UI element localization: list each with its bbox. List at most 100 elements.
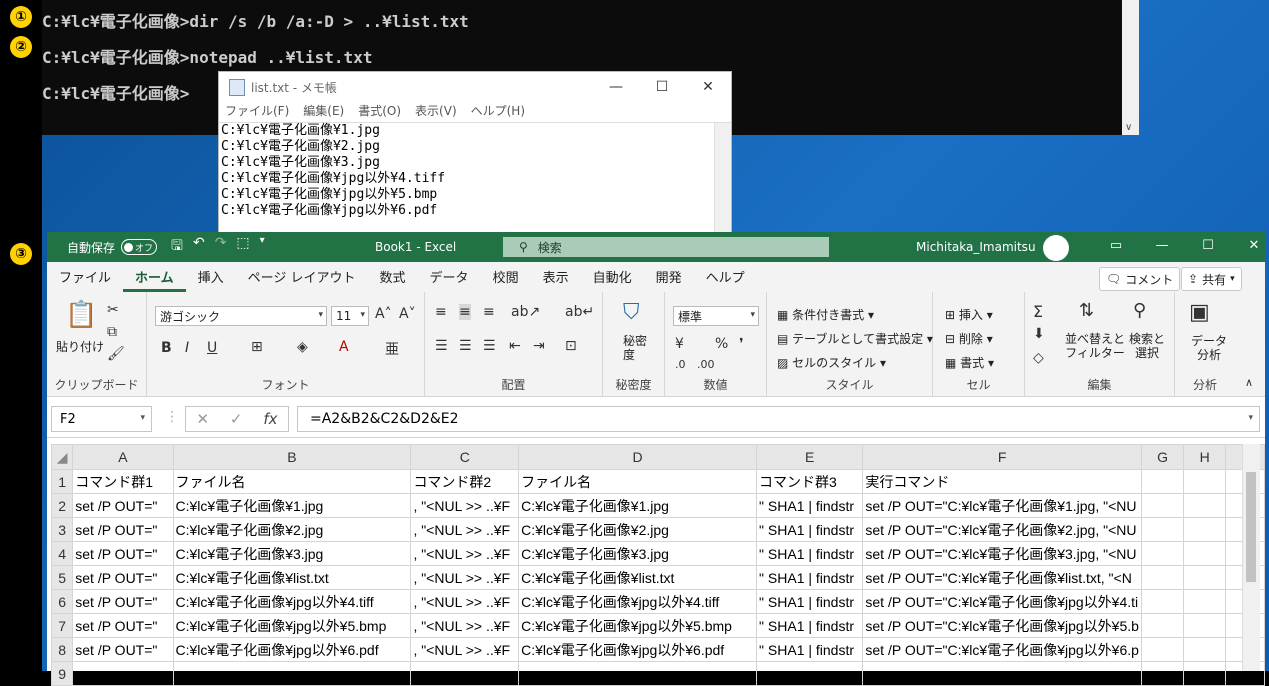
cell[interactable] bbox=[1140, 637, 1185, 662]
decrease-font-icon[interactable]: A˅ bbox=[399, 306, 416, 322]
cell[interactable]: set /P OUT=" bbox=[72, 517, 174, 542]
cell[interactable] bbox=[172, 661, 412, 686]
find-select-icon[interactable]: ⚲ bbox=[1133, 300, 1146, 321]
cell[interactable]: C:¥lc¥電子化画像¥3.jpg bbox=[172, 541, 412, 566]
notepad-text-area[interactable]: C:¥lc¥電子化画像¥1.jpg C:¥lc¥電子化画像¥2.jpg C:¥l… bbox=[219, 122, 731, 235]
search-box[interactable]: ⚲ 検索 bbox=[503, 237, 829, 257]
font-color-icon[interactable]: A bbox=[339, 339, 349, 355]
cell[interactable] bbox=[410, 661, 520, 686]
shapes-icon[interactable]: ⬚ bbox=[236, 235, 249, 259]
sensitivity-icon[interactable]: ⛉ bbox=[623, 300, 640, 325]
cell[interactable]: , "<NUL >> ..¥F bbox=[410, 589, 520, 614]
cell[interactable]: コマンド群2 bbox=[410, 469, 520, 494]
excel-titlebar[interactable]: 自動保存 オフ 🖫 ↶ ↷ ⬚ ▾ Book1 - Excel ⚲ 検索 Mic… bbox=[47, 232, 1265, 262]
cell[interactable]: set /P OUT="C:¥lc¥電子化画像¥2.jpg, "<NU bbox=[862, 517, 1142, 542]
collapse-ribbon-icon[interactable]: ∧ bbox=[1245, 376, 1253, 389]
cell[interactable] bbox=[1140, 565, 1185, 590]
underline-icon[interactable]: U bbox=[207, 340, 217, 356]
conditional-formatting-button[interactable]: ▦ 条件付き書式 ▾ bbox=[777, 306, 874, 323]
cell[interactable]: コマンド群3 bbox=[756, 469, 864, 494]
sort-filter-icon[interactable]: ⇅ bbox=[1079, 300, 1094, 321]
tab-developer[interactable]: 開発 bbox=[644, 267, 694, 292]
tab-insert[interactable]: 挿入 bbox=[186, 267, 236, 292]
menu-file[interactable]: ファイル(F) bbox=[225, 102, 289, 122]
phonetic-icon[interactable]: 亜 bbox=[385, 339, 399, 359]
find-select-label[interactable]: 検索と 選択 bbox=[1129, 332, 1165, 360]
font-size-select[interactable]: 11 ▾ bbox=[331, 306, 369, 326]
tab-review[interactable]: 校閲 bbox=[481, 267, 531, 292]
cell[interactable]: C:¥lc¥電子化画像¥1.jpg bbox=[172, 493, 412, 518]
cell[interactable]: , "<NUL >> ..¥F bbox=[410, 637, 520, 662]
tab-home[interactable]: ホーム bbox=[123, 267, 186, 292]
column-header[interactable]: F bbox=[862, 444, 1142, 470]
redo-icon[interactable]: ↷ bbox=[215, 235, 227, 259]
cell[interactable]: C:¥lc¥電子化画像¥jpg以外¥4.tiff bbox=[518, 589, 758, 614]
comma-icon[interactable]: ❜ bbox=[739, 336, 744, 352]
format-cells-button[interactable]: ▦ 書式 ▾ bbox=[945, 354, 994, 371]
cell[interactable] bbox=[1140, 589, 1185, 614]
increase-decimal-icon[interactable]: .0 bbox=[675, 358, 686, 371]
cell[interactable] bbox=[1140, 541, 1185, 566]
tab-view[interactable]: 表示 bbox=[531, 267, 581, 292]
cell[interactable] bbox=[756, 661, 864, 686]
cell[interactable]: set /P OUT="C:¥lc¥電子化画像¥1.jpg, "<NU bbox=[862, 493, 1142, 518]
column-header[interactable]: H bbox=[1183, 444, 1227, 470]
orientation-icon[interactable]: ab↗ bbox=[511, 304, 540, 320]
cell[interactable]: ファイル名 bbox=[172, 469, 412, 494]
cell[interactable]: set /P OUT="C:¥lc¥電子化画像¥list.txt, "<N bbox=[862, 565, 1142, 590]
column-header[interactable]: D bbox=[518, 444, 758, 470]
cell[interactable]: C:¥lc¥電子化画像¥list.txt bbox=[518, 565, 758, 590]
notepad-titlebar[interactable]: list.txt - メモ帳 — ☐ ✕ bbox=[219, 72, 731, 102]
excel-window[interactable]: 自動保存 オフ 🖫 ↶ ↷ ⬚ ▾ Book1 - Excel ⚲ 検索 Mic… bbox=[47, 232, 1265, 686]
formula-bar-handle-icon[interactable]: ⋮ bbox=[165, 409, 179, 425]
increase-indent-icon[interactable]: ⇥ bbox=[533, 338, 545, 354]
tab-file[interactable]: ファイル bbox=[47, 267, 123, 292]
cut-icon[interactable]: ✂ bbox=[107, 302, 119, 318]
cell[interactable] bbox=[1183, 541, 1227, 566]
cell[interactable]: ファイル名 bbox=[518, 469, 758, 494]
row-header[interactable]: 9 bbox=[50, 661, 74, 686]
maximize-icon[interactable]: ☐ bbox=[1185, 238, 1231, 253]
paste-label[interactable]: 貼り付け bbox=[56, 338, 104, 355]
maximize-icon[interactable]: ☐ bbox=[639, 79, 685, 95]
cell[interactable]: " SHA1 | findstr bbox=[756, 541, 864, 566]
autosum-icon[interactable]: Σ bbox=[1033, 302, 1043, 321]
cell[interactable]: C:¥lc¥電子化画像¥jpg以外¥5.bmp bbox=[518, 613, 758, 638]
cell[interactable]: " SHA1 | findstr bbox=[756, 589, 864, 614]
cell[interactable]: C:¥lc¥電子化画像¥jpg以外¥4.tiff bbox=[172, 589, 412, 614]
clear-icon[interactable]: ◇ bbox=[1033, 350, 1044, 366]
avatar[interactable] bbox=[1043, 235, 1069, 261]
tab-data[interactable]: データ bbox=[418, 267, 481, 292]
decrease-decimal-icon[interactable]: .00 bbox=[697, 358, 715, 371]
cell-styles-button[interactable]: ▨ セルのスタイル ▾ bbox=[777, 354, 886, 371]
paste-icon[interactable]: 📋 bbox=[65, 300, 97, 330]
italic-icon[interactable]: I bbox=[185, 340, 189, 356]
row-header[interactable]: 4 bbox=[50, 541, 74, 566]
tab-formulas[interactable]: 数式 bbox=[368, 267, 418, 292]
cell[interactable]: C:¥lc¥電子化画像¥3.jpg bbox=[518, 541, 758, 566]
cell[interactable] bbox=[1140, 517, 1185, 542]
ribbon-display-icon[interactable]: ▭ bbox=[1093, 238, 1139, 253]
minimize-icon[interactable]: — bbox=[593, 79, 639, 95]
row-header[interactable]: 2 bbox=[50, 493, 74, 518]
minimize-icon[interactable]: — bbox=[1139, 238, 1185, 253]
column-header[interactable]: B bbox=[172, 444, 412, 470]
cell[interactable]: set /P OUT="C:¥lc¥電子化画像¥jpg以外¥5.b bbox=[862, 613, 1142, 638]
cell[interactable]: " SHA1 | findstr bbox=[756, 565, 864, 590]
cell[interactable]: " SHA1 | findstr bbox=[756, 613, 864, 638]
cell[interactable]: C:¥lc¥電子化画像¥list.txt bbox=[172, 565, 412, 590]
row-header[interactable]: 1 bbox=[50, 469, 74, 494]
cell[interactable]: " SHA1 | findstr bbox=[756, 517, 864, 542]
tab-help[interactable]: ヘルプ bbox=[694, 267, 757, 292]
cell[interactable]: , "<NUL >> ..¥F bbox=[410, 541, 520, 566]
cell[interactable]: set /P OUT=" bbox=[72, 613, 174, 638]
cell[interactable]: , "<NUL >> ..¥F bbox=[410, 493, 520, 518]
cell[interactable] bbox=[1140, 661, 1185, 686]
cell[interactable]: set /P OUT=" bbox=[72, 565, 174, 590]
cell[interactable] bbox=[1183, 613, 1227, 638]
name-box[interactable]: F2 ▾ bbox=[51, 406, 152, 432]
cell[interactable]: " SHA1 | findstr bbox=[756, 493, 864, 518]
cell[interactable] bbox=[1183, 565, 1227, 590]
decrease-indent-icon[interactable]: ⇤ bbox=[509, 338, 521, 354]
align-bottom-icon[interactable]: ≡ bbox=[483, 304, 495, 320]
